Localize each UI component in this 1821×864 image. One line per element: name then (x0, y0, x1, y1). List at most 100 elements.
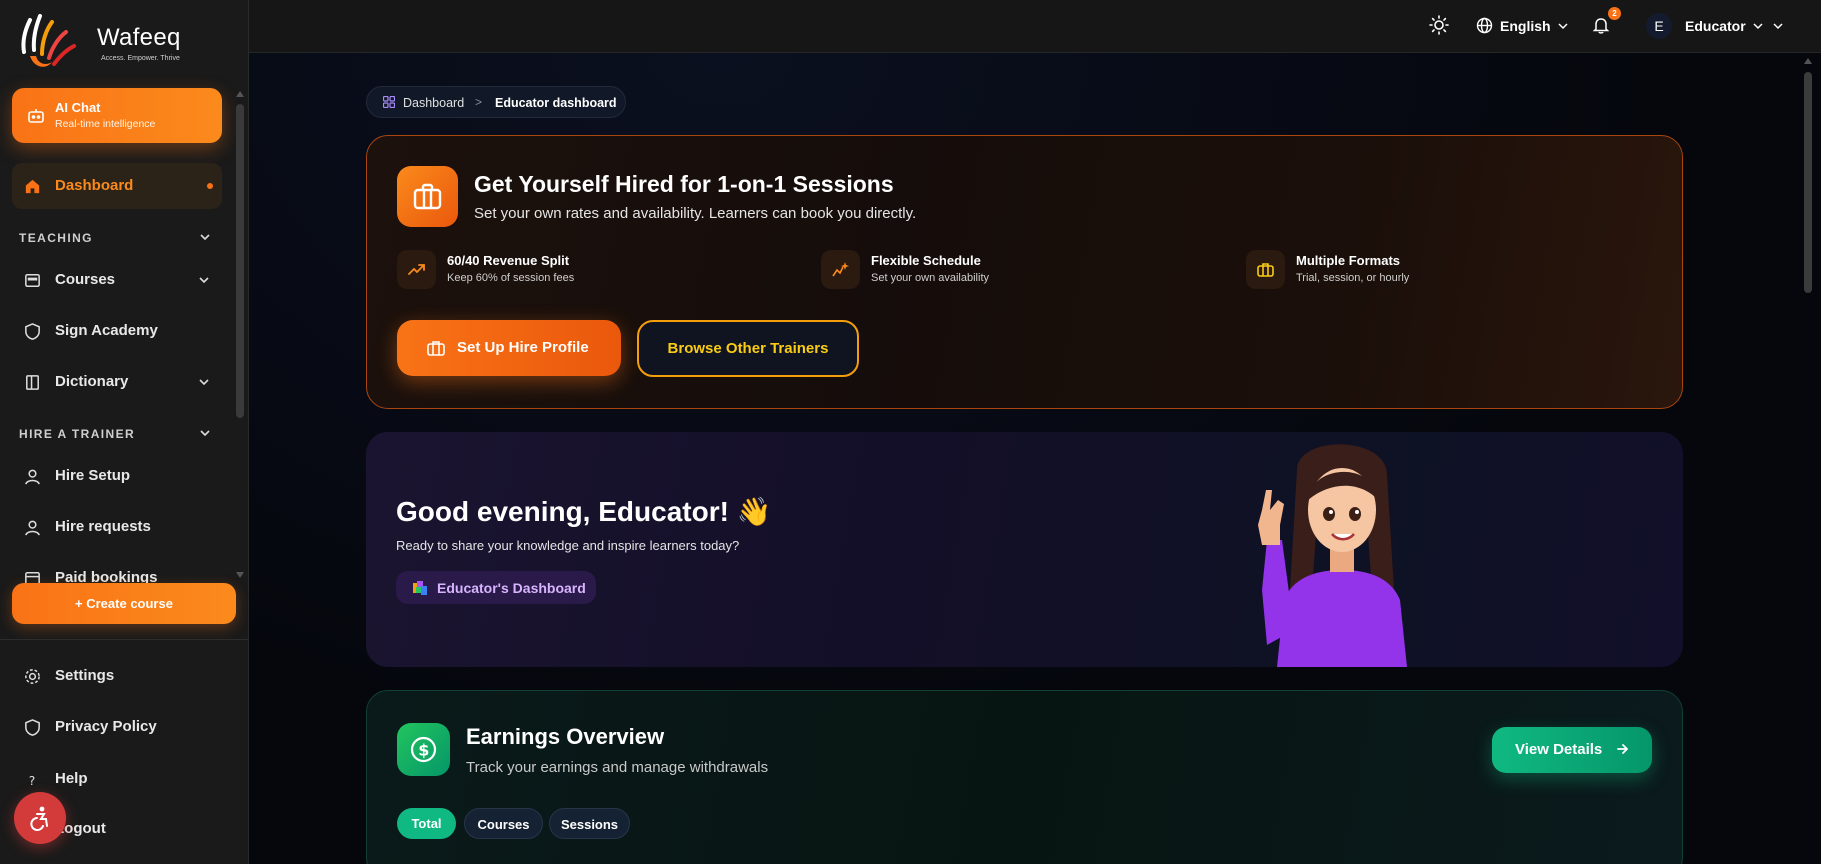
waving-girl-illustration (1258, 444, 1407, 667)
browse-other-trainers-button[interactable]: Browse Other Trainers (637, 320, 859, 377)
dollar-circle-icon: $ (410, 736, 437, 763)
svg-text:?: ? (29, 774, 36, 788)
sidebar-item-courses[interactable]: Courses (12, 257, 222, 303)
question-icon: ? (29, 774, 36, 788)
sidebar-item-hire-requests[interactable]: Hire requests (12, 504, 222, 550)
home-icon (25, 179, 40, 194)
earnings-subtitle: Track your earnings and manage withdrawa… (466, 759, 769, 776)
sidebar-item-label: Hire Setup (55, 467, 131, 484)
briefcase-icon (1257, 263, 1274, 277)
breadcrumb-link-dashboard[interactable]: Dashboard (403, 96, 464, 110)
sidebar-item-settings[interactable]: Settings (12, 653, 222, 699)
avatar: E (1646, 13, 1672, 39)
language-label: English (1500, 18, 1551, 34)
sidebar-item-label: Courses (55, 271, 116, 288)
sidebar-item-sign-academy[interactable]: Sign Academy (12, 308, 222, 354)
active-indicator-dot (207, 183, 213, 189)
arrow-right-icon (1617, 744, 1629, 754)
ai-chat-subtitle: Real-time intelligence (55, 118, 156, 130)
feature-icon-box (821, 250, 860, 289)
main-scrollbar[interactable] (1804, 72, 1812, 293)
notification-count-badge: 2 (1608, 7, 1621, 20)
sidebar-item-dictionary[interactable]: Dictionary (12, 359, 222, 405)
ai-chat-title: AI Chat (55, 100, 101, 115)
sidebar-item-hire-setup[interactable]: Hire Setup (12, 453, 222, 499)
feature-subtitle: Trial, session, or hourly (1296, 272, 1410, 284)
button-label: Set Up Hire Profile (457, 339, 589, 356)
sidebar-item-label: Dictionary (55, 373, 129, 390)
earnings-title: Earnings Overview (466, 724, 665, 749)
breadcrumb-separator: > (475, 95, 483, 109)
section-heading-hire-a-trainer: HIRE A TRAINER (19, 427, 136, 441)
educator-dashboard-badge: Educator's Dashboard (396, 571, 596, 604)
chevron-down-icon (1558, 23, 1568, 30)
sidebar-item-label: Hire requests (55, 518, 151, 535)
earnings-icon-box: $ (397, 723, 450, 776)
topbar (249, 0, 1821, 53)
globe-icon (1476, 17, 1493, 34)
receipt-icon (25, 572, 40, 583)
sidebar-item-dashboard[interactable]: Dashboard (12, 163, 222, 209)
brand-logo[interactable]: Wafeeq Access. Empower. Thrive (16, 12, 216, 72)
greeting-title: Good evening, Educator! 👋 (396, 496, 772, 527)
greeting-subtitle: Ready to share your knowledge and inspir… (396, 538, 740, 553)
chevron-down-icon (199, 379, 209, 386)
user-name: Educator (1685, 18, 1746, 34)
tab-total[interactable]: Total (397, 808, 456, 839)
bell-icon (1592, 18, 1610, 34)
feature-subtitle: Set your own availability (871, 272, 990, 284)
chevron-down-icon (1773, 23, 1783, 30)
svg-text:$: $ (418, 741, 429, 760)
shield-icon (25, 323, 40, 340)
user-menu[interactable]: E Educator (1646, 11, 1786, 41)
feature-title: Flexible Schedule (871, 253, 981, 268)
breadcrumb: Dashboard > Educator dashboard (366, 86, 626, 118)
chevron-down-icon[interactable] (199, 231, 211, 243)
section-heading-teaching: TEACHING (19, 231, 93, 245)
feature-icon-box (1246, 250, 1285, 289)
sidebar-item-label: Help (55, 770, 88, 787)
app-root: Wafeeq Access. Empower. Thrive AI Chat R… (0, 0, 1821, 864)
feature-icon-box (397, 250, 436, 289)
tab-courses[interactable]: Courses (464, 808, 543, 839)
main-scroll-up-arrow[interactable] (1804, 58, 1812, 64)
accessibility-button[interactable] (14, 792, 66, 844)
shield-icon (25, 719, 40, 736)
accessibility-icon (30, 806, 48, 831)
hire-card-icon-box (397, 166, 458, 227)
wafeeq-hand-logo-icon (21, 14, 76, 67)
chevron-down-icon (1753, 23, 1763, 30)
brand-name: Wafeeq (97, 24, 181, 51)
create-course-button[interactable]: + Create course (12, 583, 236, 624)
sidebar-item-privacy-policy[interactable]: Privacy Policy (12, 704, 222, 750)
badge-label: Educator's Dashboard (437, 580, 586, 596)
trending-up-icon (408, 264, 425, 275)
briefcase-icon (413, 183, 442, 210)
language-selector[interactable]: English (1476, 15, 1572, 37)
brand-tagline: Access. Empower. Thrive (101, 55, 180, 62)
sidebar-item-label: Privacy Policy (55, 718, 157, 735)
sidebar-scrollbar[interactable] (236, 104, 244, 418)
chart-blocks-icon (413, 581, 427, 595)
sidebar-scroll-down-arrow[interactable] (236, 572, 244, 578)
sun-theme-toggle-icon[interactable] (1429, 15, 1449, 35)
sidebar: Wafeeq Access. Empower. Thrive AI Chat R… (0, 0, 249, 864)
sidebar-item-label: Sign Academy (55, 322, 158, 339)
courses-icon (25, 274, 40, 287)
sidebar-item-label: Settings (55, 667, 115, 684)
set-up-hire-profile-button[interactable]: Set Up Hire Profile (397, 320, 621, 376)
sidebar-scroll-up-arrow[interactable] (236, 91, 244, 97)
grid-icon (383, 96, 395, 108)
book-icon (26, 375, 39, 390)
user-icon (25, 469, 40, 485)
button-label: View Details (1515, 741, 1603, 758)
feature-title: Multiple Formats (1296, 253, 1401, 268)
view-details-button[interactable]: View Details (1492, 727, 1652, 773)
ai-chat-button[interactable]: AI Chat Real-time intelligence (12, 88, 222, 143)
sparkle-chart-icon (832, 262, 849, 277)
user-icon (25, 520, 40, 536)
chevron-down-icon (199, 277, 209, 284)
chevron-down-icon[interactable] (199, 427, 211, 439)
sidebar-item-paid-bookings[interactable]: Paid bookings (12, 555, 222, 583)
tab-sessions[interactable]: Sessions (549, 808, 630, 839)
